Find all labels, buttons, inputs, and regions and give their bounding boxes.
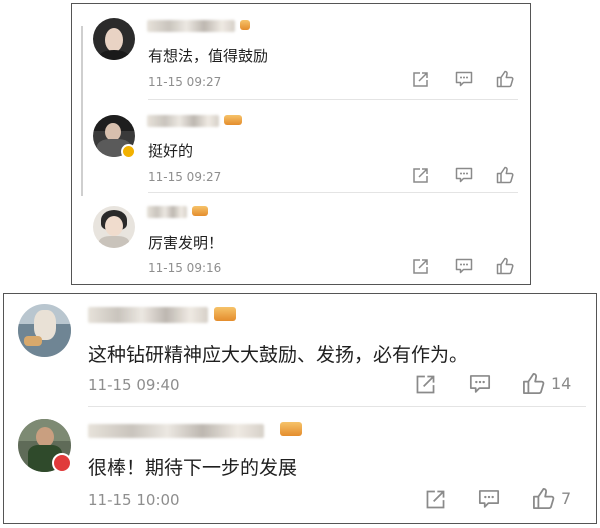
comment-time: 11-15 09:27	[148, 170, 222, 184]
share-icon	[413, 168, 428, 183]
avatar[interactable]	[18, 304, 71, 357]
comment-button[interactable]	[478, 489, 500, 510]
like-button[interactable]: 14	[522, 372, 571, 395]
comment-time: 11-15 09:16	[148, 261, 222, 275]
comment-button[interactable]	[455, 258, 473, 275]
username-blurred[interactable]	[88, 424, 264, 438]
comment-text: 很棒！期待下一步的发展	[88, 457, 298, 479]
comment-icon	[455, 167, 473, 183]
member-badge-icon	[240, 20, 250, 30]
comment-text: 有想法，值得鼓励	[148, 47, 269, 65]
like-button[interactable]: 7	[532, 487, 571, 510]
member-badge-icon	[280, 422, 302, 436]
share-button[interactable]	[412, 258, 429, 275]
share-button[interactable]	[412, 167, 429, 184]
like-button[interactable]	[496, 166, 514, 184]
share-button[interactable]	[425, 489, 446, 510]
like-icon	[496, 70, 514, 88]
avatar[interactable]	[93, 206, 135, 248]
member-badge-icon	[192, 206, 208, 216]
share-button[interactable]	[415, 374, 436, 395]
username-blurred[interactable]	[147, 206, 187, 218]
red-badge-icon	[52, 453, 72, 473]
comment-panel-top: 有想法，值得鼓励 11-15 09:27 挺好的 11-15 09:27 厉害发…	[71, 3, 531, 285]
like-icon	[496, 257, 514, 275]
share-icon	[413, 259, 428, 274]
comment-icon	[469, 375, 491, 393]
comment-panel-bottom: 这种钻研精神应大大鼓励、发扬，必有作为。 11-15 09:40 14 很棒！期…	[3, 293, 597, 524]
like-icon	[523, 373, 545, 394]
like-icon	[533, 488, 555, 509]
comment-item: 挺好的 11-15 09:27	[72, 100, 530, 192]
verified-badge-icon	[121, 144, 136, 159]
comment-item: 很棒！期待下一步的发展 11-15 10:00 7	[4, 407, 596, 523]
comment-text: 挺好的	[148, 142, 194, 160]
share-icon	[416, 375, 435, 394]
comment-icon	[455, 71, 473, 87]
comment-button[interactable]	[455, 167, 473, 184]
comment-item: 厉害发明！ 11-15 09:16	[72, 193, 530, 285]
username-blurred[interactable]	[147, 115, 219, 127]
username-blurred[interactable]	[88, 307, 208, 323]
like-count: 7	[561, 489, 572, 508]
share-icon	[413, 72, 428, 87]
share-button[interactable]	[412, 71, 429, 88]
share-icon	[426, 490, 445, 509]
comment-text: 这种钻研精神应大大鼓励、发扬，必有作为。	[88, 344, 469, 366]
avatar[interactable]	[93, 18, 135, 60]
member-badge-icon	[214, 307, 236, 321]
comment-text: 厉害发明！	[148, 234, 224, 252]
member-badge-icon	[224, 115, 242, 125]
comment-time: 11-15 09:27	[148, 75, 222, 89]
comment-icon	[478, 490, 500, 508]
comment-time: 11-15 09:40	[88, 376, 180, 394]
like-icon	[496, 166, 514, 184]
comment-item: 有想法，值得鼓励 11-15 09:27	[72, 4, 530, 99]
username-blurred[interactable]	[147, 20, 235, 32]
like-button[interactable]	[496, 70, 514, 88]
comment-time: 11-15 10:00	[88, 491, 180, 509]
comment-icon	[455, 258, 473, 274]
like-button[interactable]	[496, 257, 514, 275]
comment-item: 这种钻研精神应大大鼓励、发扬，必有作为。 11-15 09:40 14	[4, 294, 596, 406]
comment-button[interactable]	[455, 71, 473, 88]
like-count: 14	[551, 374, 572, 393]
comment-button[interactable]	[469, 374, 491, 395]
